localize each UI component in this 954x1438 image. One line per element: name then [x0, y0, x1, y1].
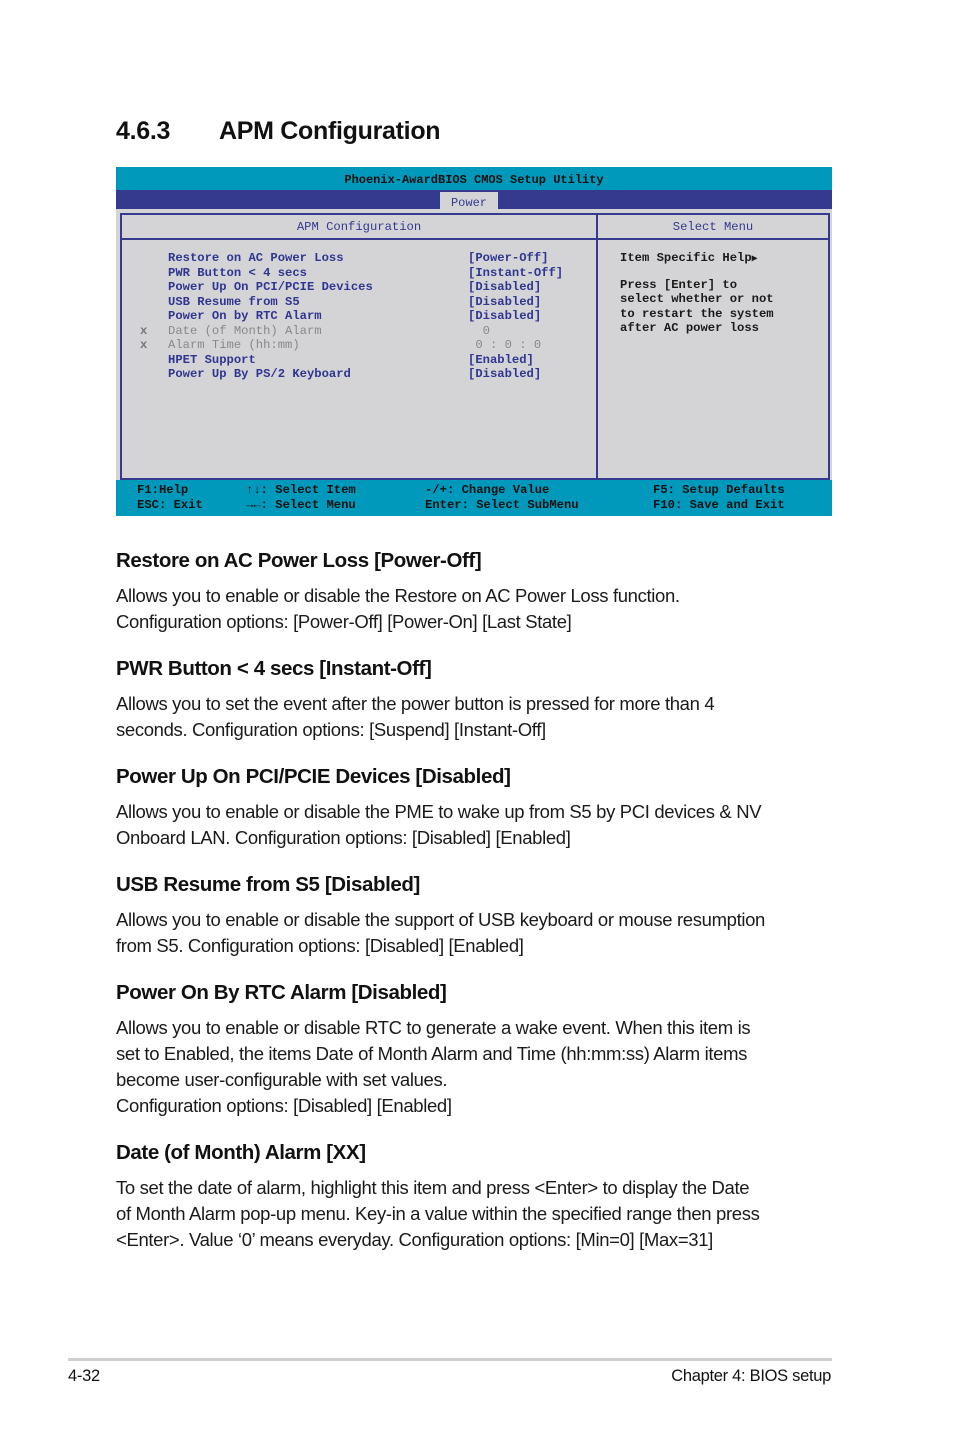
setting-label: Date (of Month) Alarm	[168, 323, 322, 338]
setting-row[interactable]: Restore on AC Power Loss [Power-Off]	[122, 251, 596, 266]
help-text: Item Specific Help▶ Press [Enter] to sel…	[620, 251, 774, 336]
help-line: Press [Enter] to	[620, 277, 738, 292]
setting-value[interactable]: [Power-Off]	[468, 251, 548, 266]
setting-value[interactable]: [Enabled]	[468, 353, 534, 368]
right-triangle-icon: ▶	[751, 254, 758, 265]
desc-heading: Restore on AC Power Loss [Power-Off]	[116, 549, 482, 572]
help-pane: Select Menu Item Specific Help▶ Press [E…	[598, 215, 828, 478]
setting-label: Power On by RTC Alarm	[168, 309, 322, 323]
setting-row[interactable]: Power Up On PCI/PCIE Devices [Disabled]	[122, 280, 596, 295]
desc-body: Allows you to enable or disable RTC to g…	[116, 1017, 751, 1116]
bios-menu-bar: Power	[116, 190, 832, 212]
desc-heading: Date (of Month) Alarm [XX]	[116, 1141, 366, 1164]
help-pane-header: Select Menu	[598, 215, 828, 240]
bios-screenshot: Phoenix-AwardBIOS CMOS Setup Utility Pow…	[116, 167, 832, 516]
setting-row[interactable]: HPET Support [Enabled]	[122, 353, 596, 368]
settings-pane-header: APM Configuration	[122, 215, 596, 240]
chapter-label: Chapter 4: BIOS setup	[671, 1367, 831, 1385]
disabled-mark: x	[140, 323, 148, 338]
section-number: 4.6.3	[116, 117, 171, 145]
setting-value[interactable]: [Disabled]	[468, 280, 541, 295]
help-line: to restart the system	[620, 306, 774, 321]
settings-pane: APM Configuration Restore on AC Power Lo…	[122, 215, 598, 478]
setting-label: Power Up On PCI/PCIE Devices	[168, 280, 373, 294]
bios-frame: APM Configuration Restore on AC Power Lo…	[120, 213, 830, 480]
setting-label: Power Up By PS/2 Keyboard	[168, 367, 351, 381]
footer-divider	[68, 1358, 832, 1361]
setting-value[interactable]: [Disabled]	[468, 367, 541, 382]
setting-row[interactable]: Power Up By PS/2 Keyboard [Disabled]	[122, 367, 596, 382]
setting-value: 0 : 0 : 0	[468, 338, 542, 352]
page-number: 4-32	[68, 1367, 100, 1385]
desc-heading: Power Up On PCI/PCIE Devices [Disabled]	[116, 765, 511, 788]
key-help: F1:Help ESC: Exit	[137, 483, 203, 512]
desc-body: To set the date of alarm, highlight this…	[116, 1177, 760, 1250]
setting-value[interactable]: [Disabled]	[468, 309, 541, 324]
setting-label: USB Resume from S5	[168, 294, 300, 309]
help-line: after AC power loss	[620, 321, 759, 335]
help-title: Item Specific Help▶	[620, 251, 758, 265]
desc-body: Allows you to enable or disable the supp…	[116, 909, 766, 956]
setting-value[interactable]: [Instant-Off]	[468, 266, 563, 281]
setting-row[interactable]: USB Resume from S5 [Disabled]	[122, 295, 596, 310]
setting-row: x Date (of Month) Alarm 0	[122, 324, 596, 339]
setting-label: Alarm Time (hh:mm)	[168, 338, 300, 352]
desc-body: Allows you to enable or disable the Rest…	[116, 585, 680, 632]
setting-value: 0	[468, 323, 490, 338]
disabled-mark: x	[140, 338, 148, 352]
key-change: -/+: Change Value Enter: Select SubMenu	[425, 483, 579, 512]
section-title: APM Configuration	[219, 117, 441, 145]
help-line: select whether or not	[620, 292, 774, 306]
setting-row[interactable]: PWR Button < 4 secs [Instant-Off]	[122, 266, 596, 281]
settings-list: Restore on AC Power Loss [Power-Off] PWR B…	[122, 251, 596, 382]
setting-label: PWR Button < 4 secs	[168, 265, 307, 280]
key-defaults: F5: Setup Defaults F10: Save and Exit	[653, 483, 785, 512]
desc-body: Allows you to enable or disable the PME …	[116, 801, 762, 848]
desc-heading: Power On By RTC Alarm [Disabled]	[116, 981, 447, 1004]
setting-label: Restore on AC Power Loss	[168, 251, 344, 265]
tab-power[interactable]: Power	[440, 192, 498, 212]
bios-title-bar: Phoenix-AwardBIOS CMOS Setup Utility	[116, 167, 832, 190]
bios-key-legend: F1:Help ESC: Exit ↑↓: Select Item →←: Sele…	[116, 480, 832, 516]
desc-heading: USB Resume from S5 [Disabled]	[116, 873, 420, 896]
desc-heading: PWR Button < 4 secs [Instant-Off]	[116, 657, 432, 680]
setting-label: HPET Support	[168, 352, 256, 367]
key-navigate: ↑↓: Select Item →←: Select Menu	[246, 483, 356, 512]
setting-row[interactable]: Power On by RTC Alarm [Disabled]	[122, 309, 596, 324]
desc-body: Allows you to set the event after the po…	[116, 693, 715, 740]
setting-value[interactable]: [Disabled]	[468, 295, 541, 310]
setting-row: x Alarm Time (hh:mm) 0 : 0 : 0	[122, 338, 596, 353]
section-heading: 4.6.3 APM Configuration	[116, 117, 441, 146]
